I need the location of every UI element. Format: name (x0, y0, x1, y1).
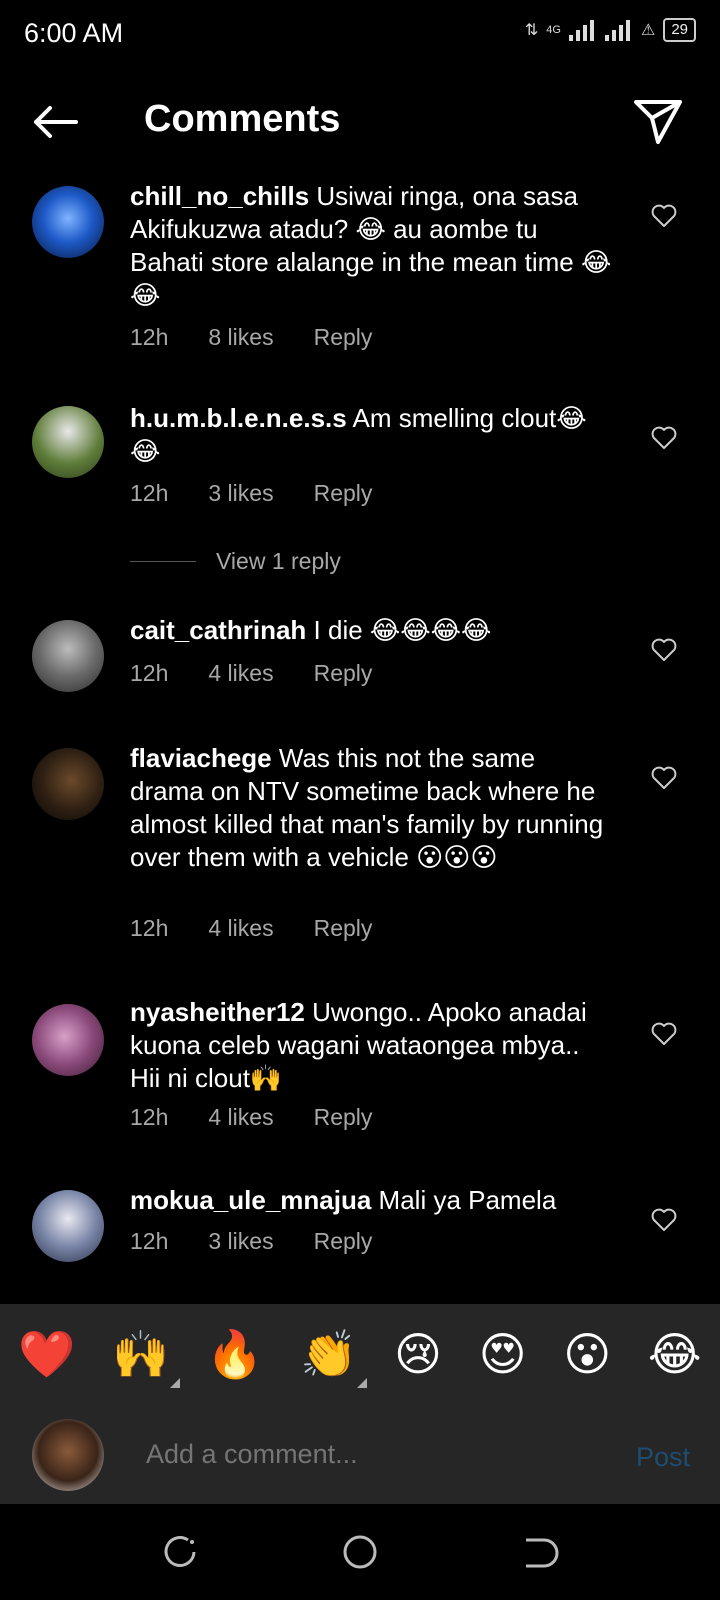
comment-body: mokua_ule_mnajua Mali ya Pamela (130, 1184, 615, 1217)
alert-icon: ⚠ (640, 22, 656, 39)
network-type: 4G (546, 24, 561, 36)
reply-button[interactable]: Reply (314, 480, 373, 507)
comment-likes[interactable]: 3 likes (208, 1228, 273, 1255)
avatar[interactable] (32, 1004, 104, 1076)
emoji-crying[interactable]: 😢 (394, 1327, 442, 1381)
emoji-glyph: 🙌 (112, 1327, 170, 1380)
share-icon[interactable] (632, 96, 684, 148)
avatar[interactable] (32, 620, 104, 692)
comment-username[interactable]: chill_no_chills (130, 181, 309, 211)
my-avatar (32, 1419, 104, 1491)
skin-tone-indicator (169, 1377, 180, 1388)
comment-time: 12h (130, 324, 169, 350)
heart-icon[interactable] (651, 638, 677, 662)
reply-button[interactable]: Reply (314, 1104, 373, 1131)
data-arrows-icon: ⇅ (524, 22, 539, 39)
comment-text: I die 😂😂😂😂 (313, 615, 492, 645)
emoji-heart[interactable]: ❤️ (18, 1327, 75, 1382)
reply-button[interactable]: Reply (314, 1228, 373, 1255)
header: Comments (0, 90, 720, 160)
avatar[interactable] (32, 186, 104, 258)
comment-input[interactable] (144, 1438, 588, 1471)
avatar[interactable] (32, 1190, 104, 1262)
comment-likes[interactable]: 3 likes (208, 480, 273, 507)
view-replies-label[interactable]: View 1 reply (216, 548, 341, 575)
comment-text: Mali ya Pamela (378, 1185, 557, 1215)
comment-body: nyasheither12 Uwongo.. Apoko anadai kuon… (130, 996, 615, 1095)
comment-meta: 12h 3 likes Reply (130, 1228, 372, 1255)
comment-likes[interactable]: 4 likes (208, 660, 273, 687)
comment-input-bar: Post (0, 1404, 720, 1504)
skin-tone-indicator (357, 1377, 368, 1388)
post-button[interactable]: Post (636, 1442, 690, 1473)
status-bar: 6:00 AM ⇅ 4G ⚠ 29 (0, 0, 720, 64)
back-icon[interactable] (520, 1532, 560, 1572)
comment-time: 12h (130, 915, 169, 941)
avatar[interactable] (32, 406, 104, 478)
comment-meta: 12h 8 likes Reply (130, 324, 372, 351)
reply-button[interactable]: Reply (314, 660, 373, 687)
page-title: Comments (144, 98, 341, 140)
comment-meta: 12h 4 likes Reply (130, 915, 372, 942)
signal-icon-1 (568, 20, 594, 41)
system-nav-bar (0, 1504, 720, 1600)
emoji-clap[interactable]: 👏 (300, 1327, 368, 1388)
comment-body: cait_cathrinah I die 😂😂😂😂 (130, 614, 615, 647)
comment-meta: 12h 4 likes Reply (130, 660, 372, 687)
comment-time: 12h (130, 480, 169, 506)
heart-icon[interactable] (651, 426, 677, 450)
comment-username[interactable]: mokua_ule_mnajua (130, 1185, 371, 1215)
emoji-bar: ❤️ 🙌 🔥 👏 😢 😍 😮 😂 (0, 1304, 720, 1404)
comment-meta: 12h 4 likes Reply (130, 1104, 372, 1131)
comment-body: h.u.m.b.l.e.n.e.s.s Am smelling clout😂😂 (130, 402, 615, 468)
reply-button[interactable]: Reply (314, 915, 373, 942)
heart-icon[interactable] (651, 1022, 677, 1046)
comment-time: 12h (130, 1228, 169, 1254)
home-icon[interactable] (340, 1532, 380, 1572)
comment-time: 12h (130, 660, 169, 686)
status-icons: ⇅ 4G ⚠ 29 (525, 18, 696, 42)
avatar[interactable] (32, 748, 104, 820)
comment-username[interactable]: flaviachege (130, 743, 272, 773)
heart-icon[interactable] (651, 766, 677, 790)
battery-indicator: 29 (663, 18, 696, 42)
comment-body: chill_no_chills Usiwai ringa, ona sasa A… (130, 180, 615, 312)
comments-list[interactable]: chill_no_chills Usiwai ringa, ona sasa A… (0, 178, 720, 1304)
comment-likes[interactable]: 4 likes (208, 1104, 273, 1131)
heart-icon[interactable] (651, 204, 677, 228)
emoji-fire[interactable]: 🔥 (206, 1327, 263, 1382)
comment-time: 12h (130, 1104, 169, 1130)
reply-button[interactable]: Reply (314, 324, 373, 351)
emoji-glyph: 👏 (300, 1327, 358, 1380)
back-arrow-icon[interactable] (30, 102, 80, 142)
emoji-laughing[interactable]: 😂 (648, 1327, 702, 1381)
comment-username[interactable]: nyasheither12 (130, 997, 305, 1027)
comment-username[interactable]: cait_cathrinah (130, 615, 306, 645)
comment-username[interactable]: h.u.m.b.l.e.n.e.s.s (130, 403, 347, 433)
emoji-heart-eyes[interactable]: 😍 (479, 1327, 527, 1381)
view-replies[interactable]: View 1 reply (130, 548, 341, 575)
heart-icon[interactable] (651, 1208, 677, 1232)
emoji-raised-hands[interactable]: 🙌 (112, 1327, 180, 1388)
comment-meta: 12h 3 likes Reply (130, 480, 372, 507)
signal-icon-2 (604, 20, 630, 41)
divider (130, 561, 196, 562)
status-time: 6:00 AM (24, 18, 124, 48)
comment-likes[interactable]: 4 likes (208, 915, 273, 942)
comment-body: flaviachege Was this not the same drama … (130, 742, 615, 874)
emoji-surprised[interactable]: 😮 (563, 1327, 611, 1381)
comment-likes[interactable]: 8 likes (208, 324, 273, 351)
recents-icon[interactable] (160, 1532, 200, 1572)
